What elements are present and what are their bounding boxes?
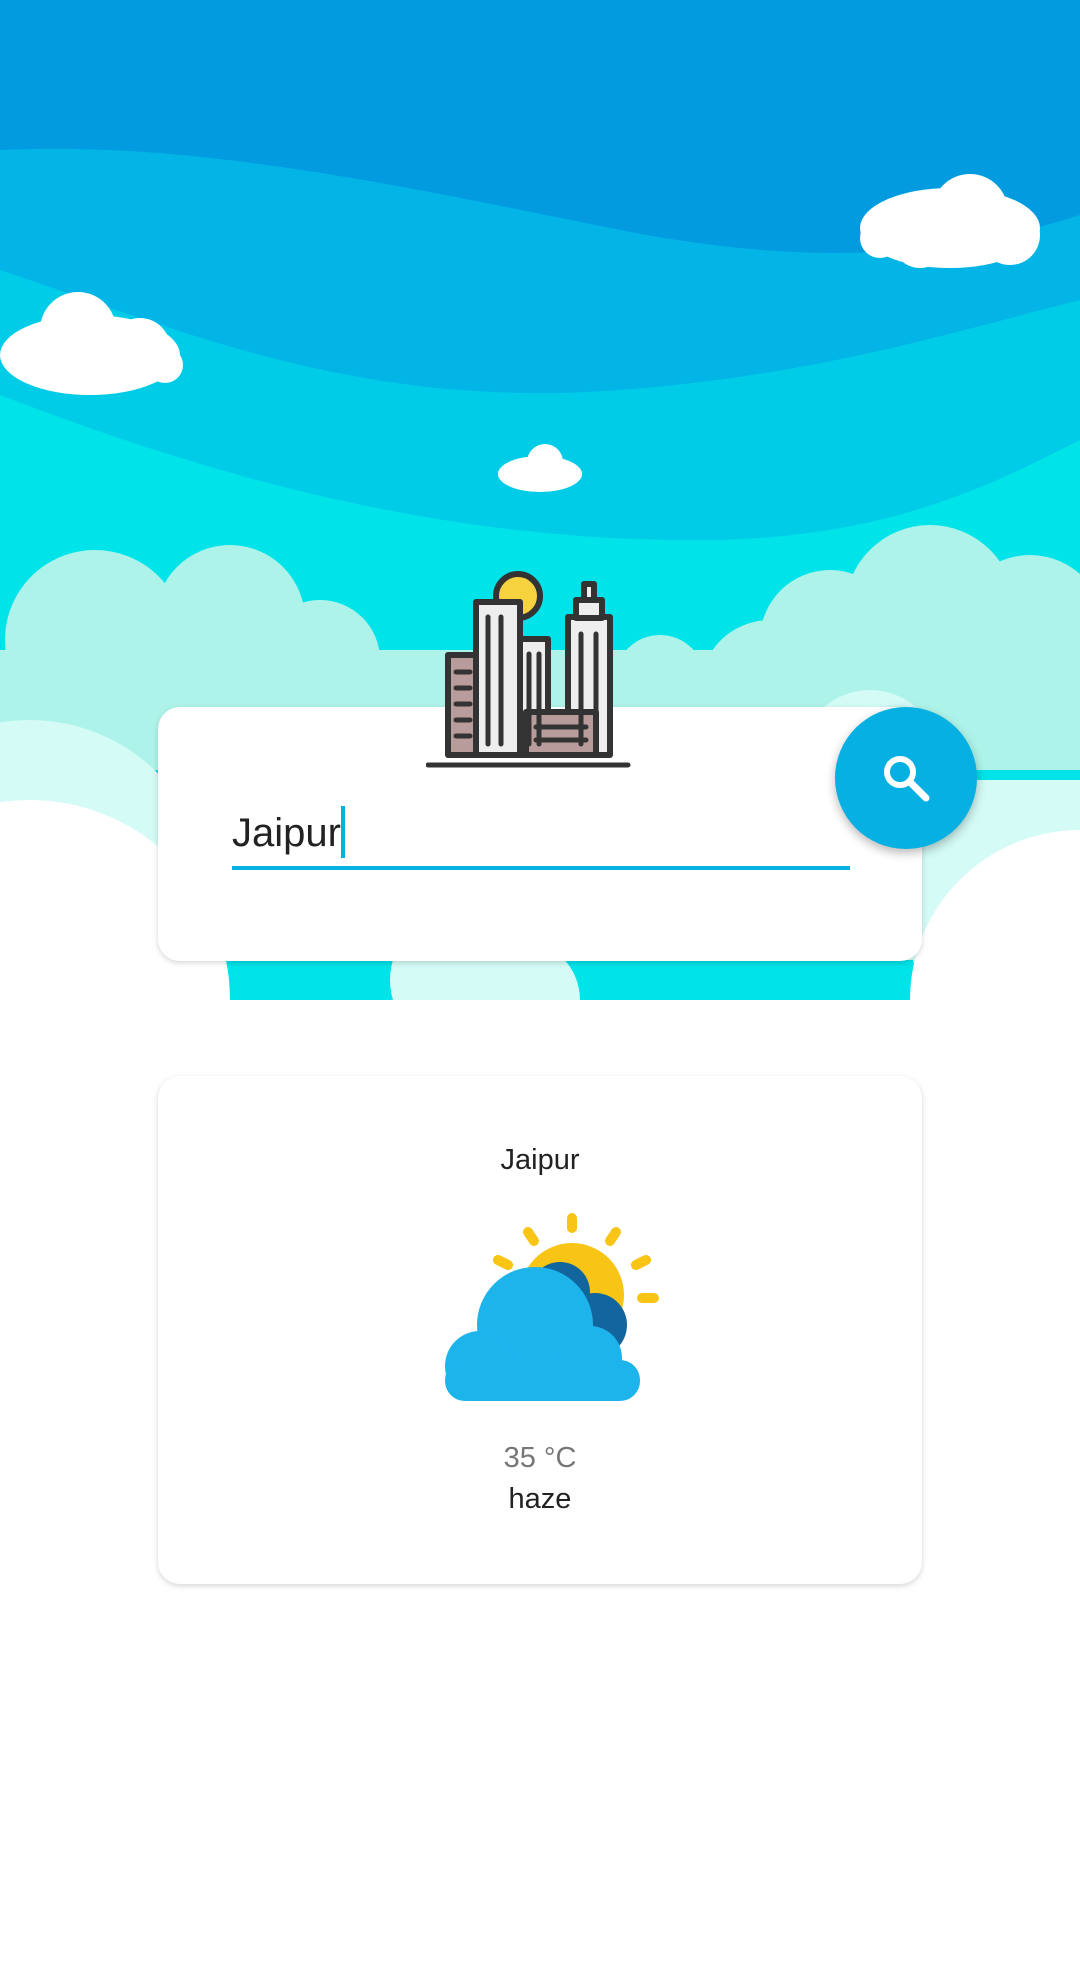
search-button[interactable] (835, 707, 977, 849)
city-search-input[interactable] (232, 800, 850, 870)
weather-description: haze (508, 1483, 572, 1515)
search-icon (884, 756, 930, 802)
city-buildings-icon (426, 571, 631, 768)
text-cursor (341, 806, 345, 858)
result-city-name: Jaipur (500, 1144, 580, 1176)
partly-cloudy-icon (445, 1213, 659, 1401)
temperature-label: 35 °C (503, 1442, 577, 1474)
